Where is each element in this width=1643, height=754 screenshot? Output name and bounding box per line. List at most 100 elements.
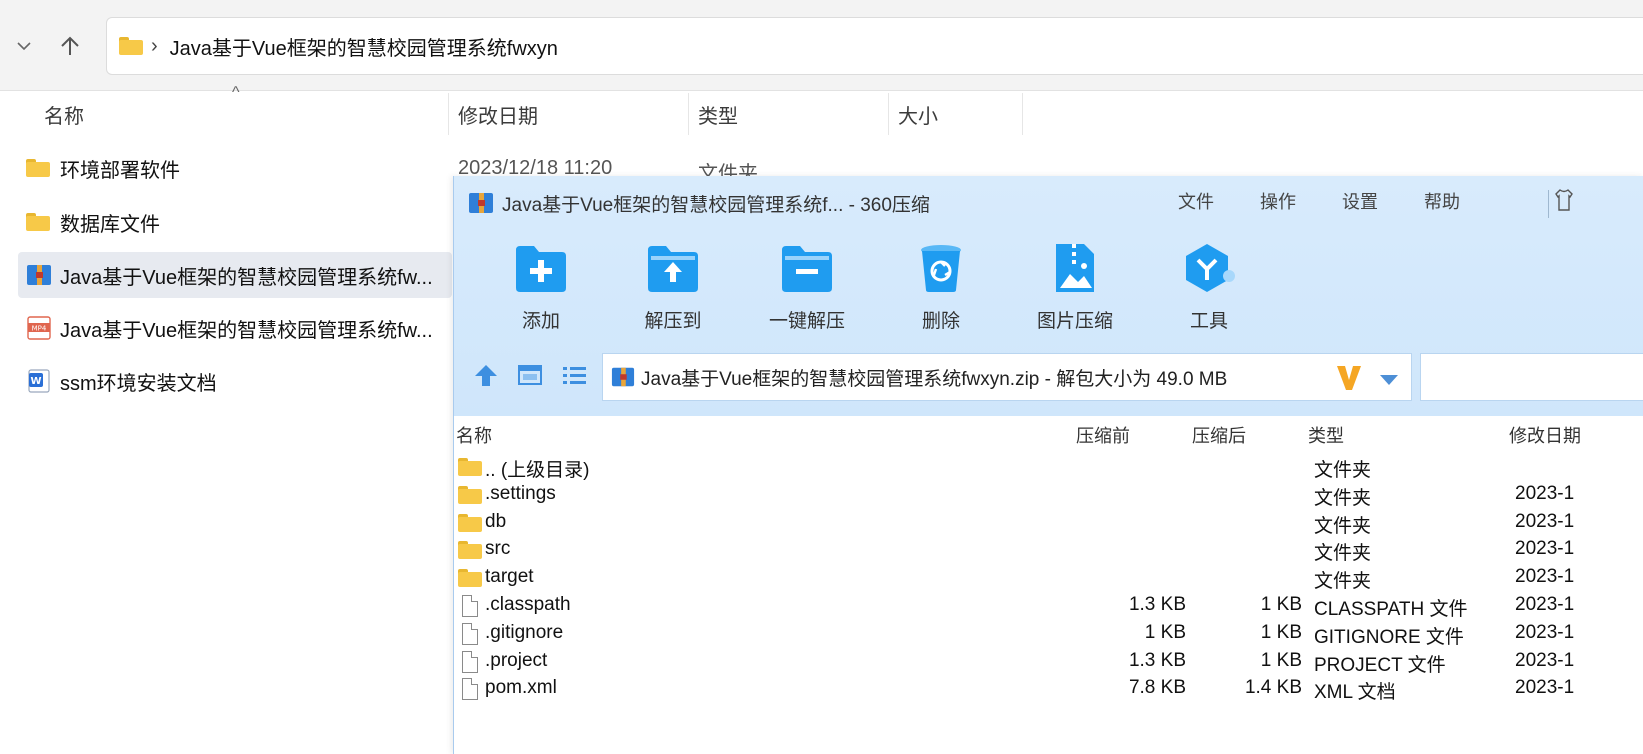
- folder-icon: [458, 512, 482, 532]
- vip-v-icon[interactable]: [1335, 362, 1363, 398]
- archive-row[interactable]: db 文件夹 2023-1: [454, 509, 1643, 537]
- size-after: 1 KB: [1260, 649, 1302, 671]
- file-icon: [458, 622, 478, 645]
- column-header-size[interactable]: 大小: [888, 93, 1022, 135]
- archive-file-type: GITIGNORE 文件: [1314, 626, 1464, 648]
- archive-modified-date: 2023-1: [1515, 621, 1575, 643]
- thumbnail-view-icon[interactable]: [516, 362, 544, 393]
- column-header-type[interactable]: 类型: [688, 93, 888, 135]
- archive-file-type: 文件夹: [1314, 515, 1372, 537]
- menu-help[interactable]: 帮助: [1424, 188, 1460, 214]
- folder-icon: [119, 37, 143, 55]
- archive-file-name: .classpath: [485, 594, 571, 615]
- word-document-icon: W: [26, 369, 52, 393]
- image-compress-button[interactable]: 图片压缩: [1020, 242, 1130, 338]
- archive-row[interactable]: .classpath 1.3 KB 1 KB CLASSPATH 文件 2023-1: [454, 592, 1643, 620]
- extract-to-button[interactable]: 解压到: [618, 242, 728, 338]
- archive-row[interactable]: src 文件夹 2023-1: [454, 536, 1643, 564]
- archive-path-field[interactable]: Java基于Vue框架的智慧校园管理系统fwxyn.zip - 解包大小为 49…: [602, 353, 1412, 401]
- archive-modified-date: 2023-1: [1515, 510, 1575, 532]
- breadcrumb[interactable]: Java基于Vue框架的智慧校园管理系统fwxyn: [170, 32, 558, 61]
- folder-icon: [26, 210, 52, 234]
- column-header-size-after[interactable]: 压缩后: [1192, 422, 1246, 448]
- tool-label: 一键解压: [768, 311, 845, 332]
- list-item-word-doc[interactable]: W ssm环境安装文档: [18, 358, 452, 404]
- add-button[interactable]: 添加: [486, 242, 596, 338]
- folder-icon: [458, 456, 482, 476]
- archive-file-name: src: [485, 538, 511, 560]
- skin-icon[interactable]: [1554, 188, 1574, 218]
- menu-file[interactable]: 文件: [1178, 188, 1214, 214]
- menu-divider: [1548, 190, 1549, 218]
- archive-row[interactable]: .. (上级目录) 文件夹: [454, 453, 1643, 481]
- tool-label: 图片压缩: [1036, 311, 1113, 332]
- archive-file-type: 文件夹: [1314, 487, 1372, 509]
- dropdown-arrow-icon[interactable]: [1379, 370, 1399, 392]
- column-header-name[interactable]: 名称: [34, 93, 448, 135]
- archive-row[interactable]: .project 1.3 KB 1 KB PROJECT 文件 2023-1: [454, 648, 1643, 676]
- menu-settings[interactable]: 设置: [1342, 188, 1378, 214]
- archive-file-type: 文件夹: [1314, 571, 1372, 593]
- size-after: 1.4 KB: [1244, 677, 1302, 699]
- column-header-modified[interactable]: 修改日期: [1509, 422, 1581, 448]
- archive-modified-date: 2023-1: [1515, 649, 1575, 671]
- up-arrow-icon[interactable]: [52, 28, 88, 64]
- archive-file-name: .gitignore: [485, 621, 564, 643]
- list-item-zip-archive[interactable]: Java基于Vue框架的智慧校园管理系统fw...: [18, 252, 452, 298]
- zip-archive-icon: [611, 367, 635, 387]
- archive-modified-date: 2023-1: [1515, 594, 1575, 615]
- delete-button[interactable]: 删除: [886, 242, 996, 338]
- svg-text:W: W: [30, 376, 41, 387]
- column-header-size-before[interactable]: 压缩前: [1076, 422, 1130, 448]
- image-compress-icon: [1048, 242, 1102, 294]
- zip-title-bar: Java基于Vue框架的智慧校园管理系统f... - 360压缩: [468, 190, 930, 216]
- address-bar[interactable]: › Java基于Vue框架的智慧校园管理系统fwxyn: [106, 17, 1643, 75]
- recent-locations-chevron-icon[interactable]: [6, 28, 42, 64]
- list-item-mp4-video[interactable]: MP4 Java基于Vue框架的智慧校园管理系统fw...: [18, 305, 452, 351]
- zip-archive-icon: [469, 193, 493, 213]
- archive-row[interactable]: .settings 文件夹 2023-1: [454, 481, 1643, 509]
- one-click-extract-icon: [780, 242, 834, 294]
- column-divider[interactable]: [1022, 93, 1023, 135]
- column-header-modified[interactable]: 修改日期: [448, 93, 688, 135]
- list-item-env-software[interactable]: 环境部署软件: [18, 145, 452, 191]
- delete-icon: [914, 242, 968, 294]
- archive-file-name: .. (上级目录): [485, 460, 590, 481]
- search-input[interactable]: [1420, 353, 1643, 401]
- menu-operation[interactable]: 操作: [1260, 188, 1296, 214]
- folder-icon: [26, 156, 52, 180]
- svg-text:MP4: MP4: [32, 325, 47, 333]
- tools-button[interactable]: 工具: [1154, 242, 1264, 338]
- column-header-name[interactable]: 名称: [456, 422, 492, 448]
- list-view-icon[interactable]: [560, 362, 588, 393]
- extract-to-icon: [646, 242, 700, 294]
- file-name: ssm环境安装文档: [60, 372, 217, 395]
- archive-file-name: pom.xml: [485, 677, 557, 699]
- archive-row[interactable]: target 文件夹 2023-1: [454, 564, 1643, 592]
- file-icon: [458, 595, 478, 617]
- archive-file-name: .settings: [485, 482, 556, 504]
- explorer-toolbar: › Java基于Vue框架的智慧校园管理系统fwxyn: [0, 0, 1643, 91]
- zip-archive-icon: [26, 263, 52, 287]
- column-header-type[interactable]: 类型: [1308, 422, 1344, 448]
- archive-file-name: .project: [485, 649, 548, 671]
- one-click-extract-button[interactable]: 一键解压: [752, 242, 862, 338]
- breadcrumb-chevron-icon: ›: [151, 34, 158, 57]
- file-name: 环境部署软件: [60, 159, 180, 182]
- tool-label: 解压到: [644, 311, 702, 332]
- file-name: Java基于Vue框架的智慧校园管理系统fw...: [60, 319, 433, 342]
- archive-file-type: CLASSPATH 文件: [1314, 599, 1468, 620]
- file-icon: [458, 678, 478, 701]
- archive-row[interactable]: pom.xml 7.8 KB 1.4 KB XML 文档 2023-1: [454, 675, 1643, 703]
- archive-file-type: 文件夹: [1314, 460, 1372, 481]
- archive-file-name: db: [485, 510, 507, 532]
- archive-row[interactable]: .gitignore 1 KB 1 KB GITIGNORE 文件 2023-1: [454, 620, 1643, 648]
- list-item-database-files[interactable]: 数据库文件: [18, 199, 452, 245]
- file-name: 数据库文件: [60, 213, 160, 236]
- archive-file-type: XML 文档: [1314, 682, 1396, 704]
- archive-column-headers: 名称 压缩前 压缩后 类型 修改日期: [454, 420, 1643, 446]
- tool-label: 删除: [921, 311, 960, 332]
- up-level-arrow-icon[interactable]: [472, 362, 500, 393]
- archive-modified-date: 2023-1: [1515, 538, 1575, 560]
- folder-icon: [458, 567, 482, 588]
